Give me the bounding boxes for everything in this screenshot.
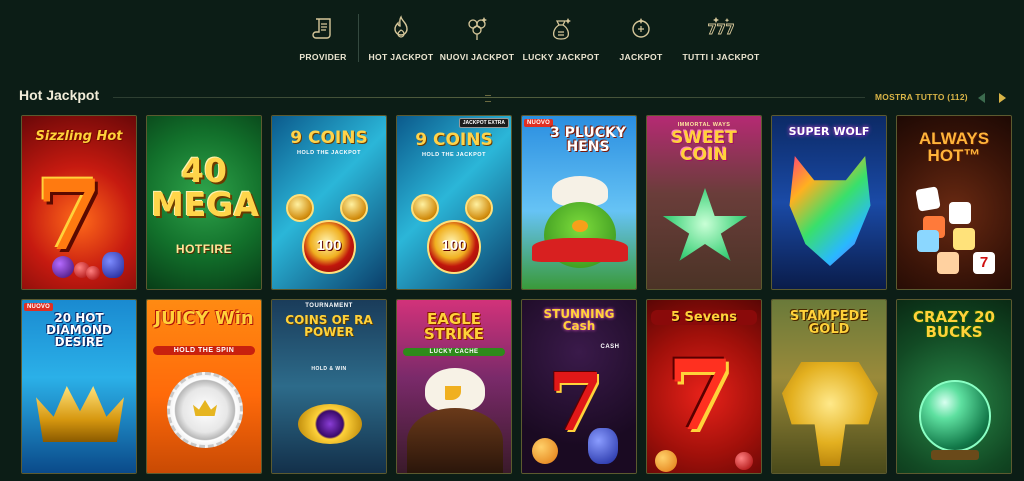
game-title: JUICY Win — [154, 308, 254, 329]
game-title: Sizzling Hot — [35, 129, 123, 144]
orange-icon — [532, 438, 558, 464]
game-title: 9 COINS — [415, 130, 493, 150]
grapes-icon — [102, 252, 124, 278]
nav-all-jackpots[interactable]: 777 TUTTI I JACKPOT — [681, 14, 761, 70]
clover-icon — [464, 14, 490, 42]
die-icon-5 — [953, 228, 975, 250]
seven-symbol-icon: 7 — [667, 339, 734, 452]
money-bag-icon — [548, 14, 574, 42]
grapes-icon — [588, 428, 618, 464]
game-title: STUNNING Cash — [543, 307, 615, 334]
crystal-ball-icon — [919, 380, 991, 452]
coin-value: 100 — [441, 237, 467, 254]
game-tile-9-coins-extra[interactable]: JACKPOT EXTRA 9 COINS HOLD THE JACKPOT 1… — [396, 115, 512, 290]
nav-label-lucky-jackpot: LUCKY JACKPOT — [522, 52, 600, 62]
coin-icon-2 — [465, 194, 493, 222]
game-title: 3 PLUCKY HENS — [550, 125, 626, 156]
flame-icon — [388, 14, 414, 42]
cherry-icon-2 — [86, 266, 100, 280]
game-tile-sizzling-hot[interactable]: Sizzling Hot 7 — [21, 115, 137, 290]
carousel-next-button[interactable] — [996, 91, 1008, 103]
game-tile-always-hot[interactable]: ALWAYS HOT™ 7 — [896, 115, 1012, 290]
die-icon — [915, 186, 941, 212]
game-title: EAGLE STRIKE — [423, 310, 485, 344]
game-subtitle: HOLD THE JACKPOT — [422, 152, 486, 158]
nav-label-jackpot: JACKPOT — [619, 52, 663, 62]
game-tile-stampede-gold[interactable]: STAMPEDE GOLD — [771, 299, 887, 474]
die-icon-4 — [917, 230, 939, 252]
game-subtitle: CASH — [600, 344, 620, 350]
section-divider — [113, 95, 865, 102]
game-title: 9 COINS — [290, 128, 368, 148]
nav-label-provider: PROVIDER — [299, 52, 347, 62]
game-title: 5 Sevens — [651, 310, 757, 326]
nav-lucky-jackpot[interactable]: LUCKY JACKPOT — [519, 14, 603, 70]
nav-new-jackpot[interactable]: NUOVI JACKPOT — [437, 14, 517, 70]
nav-jackpot[interactable]: JACKPOT — [613, 14, 669, 70]
game-grid: Sizzling Hot 7 40 MEGA HOTFIRE 9 COINS H… — [21, 115, 1012, 474]
die-icon-6 — [937, 252, 959, 274]
cherry-icon — [735, 452, 753, 470]
game-tile-stunning-cash[interactable]: STUNNING Cash CASH 7 — [521, 299, 637, 474]
game-title: SUPER WOLF — [788, 125, 870, 138]
nav-divider — [358, 14, 359, 62]
game-tile-3-plucky-hens[interactable]: NUOVO 3 PLUCKY HENS — [521, 115, 637, 290]
game-subtitle: HOTFIRE — [175, 242, 233, 256]
game-tile-eagle-strike[interactable]: EAGLE STRIKE LUCKY CACHE — [396, 299, 512, 474]
seven-symbol-icon: 7 — [973, 252, 995, 274]
jackpot-coin-icon — [628, 14, 654, 42]
tournament-label: TOURNAMENT — [305, 303, 353, 309]
game-title: 20 HOT DIAMOND DESIRE — [46, 311, 112, 350]
ball-stand — [931, 450, 979, 460]
game-title: COINS OF RA POWER — [285, 313, 373, 340]
nav-label-new-jackpot: NUOVI JACKPOT — [439, 52, 515, 62]
jackpot-category-nav: PROVIDER HOT JACKPOT NUOVI JACKPOT LUCKY… — [294, 14, 761, 70]
game-tile-sweet-coin[interactable]: IMMORTAL WAYS SWEET COIN — [646, 115, 762, 290]
coin-icon-2 — [340, 194, 368, 222]
game-tile-juicy-win[interactable]: JUICY Win HOLD THE SPIN — [146, 299, 262, 474]
game-subtitle: HOLD & WIN — [311, 366, 347, 372]
game-title: ALWAYS HOT™ — [918, 129, 990, 166]
orange-icon — [655, 450, 677, 472]
game-tile-super-wolf[interactable]: SUPER WOLF — [771, 115, 887, 290]
scroll-icon — [310, 14, 336, 42]
show-all-link[interactable]: MOSTRA TUTTO (112) — [875, 92, 968, 102]
nav-hot-jackpot[interactable]: HOT JACKPOT — [369, 14, 433, 70]
jackpot-extra-badge: JACKPOT EXTRA — [458, 118, 509, 128]
nav-label-hot-jackpot: HOT JACKPOT — [368, 52, 434, 62]
arrow-left-icon — [978, 93, 985, 103]
nav-label-all-jackpots: TUTTI I JACKPOT — [682, 52, 760, 62]
scarf-shape — [532, 238, 628, 262]
game-title: STAMPEDE GOLD — [789, 309, 869, 338]
game-subtitle: HOLD THE JACKPOT — [297, 150, 361, 156]
coin-value: 100 — [316, 237, 342, 254]
coin-icon — [286, 194, 314, 222]
svg-text:777: 777 — [708, 23, 734, 38]
section-title: Hot Jackpot — [19, 87, 100, 103]
die-icon-2 — [949, 202, 971, 224]
plum-icon — [52, 256, 74, 278]
new-badge: NUOVO — [24, 303, 54, 311]
game-subtitle: LUCKY CACHE — [403, 348, 505, 356]
eye-of-ra-icon — [298, 404, 362, 444]
nav-provider[interactable]: PROVIDER — [294, 14, 352, 70]
game-tile-5-sevens[interactable]: 5 Sevens 7 — [646, 299, 762, 474]
seven-symbol-icon: 7 — [36, 159, 103, 272]
carousel-prev-button[interactable] — [976, 91, 988, 103]
coin-icon — [411, 194, 439, 222]
beak-shape — [572, 220, 588, 232]
arrow-right-icon — [999, 93, 1006, 103]
game-tile-40-mega-hotfire[interactable]: 40 MEGA HOTFIRE — [146, 115, 262, 290]
game-title: 40 MEGA — [151, 151, 260, 224]
777-icon: 777 — [708, 14, 734, 42]
eagle-body — [407, 408, 503, 473]
game-subtitle: HOLD THE SPIN — [153, 346, 255, 355]
game-tile-crazy-20-bucks[interactable]: CRAZY 20 BUCKS — [896, 299, 1012, 474]
game-title: CRAZY 20 BUCKS — [912, 308, 995, 342]
game-title: SWEET COIN — [671, 128, 737, 166]
game-tile-9-coins[interactable]: 9 COINS HOLD THE JACKPOT 100 — [271, 115, 387, 290]
game-tile-coins-of-ra[interactable]: TOURNAMENT COINS OF RA POWER HOLD & WIN — [271, 299, 387, 474]
game-tile-diamond-desire[interactable]: NUOVO 20 HOT DIAMOND DESIRE — [21, 299, 137, 474]
